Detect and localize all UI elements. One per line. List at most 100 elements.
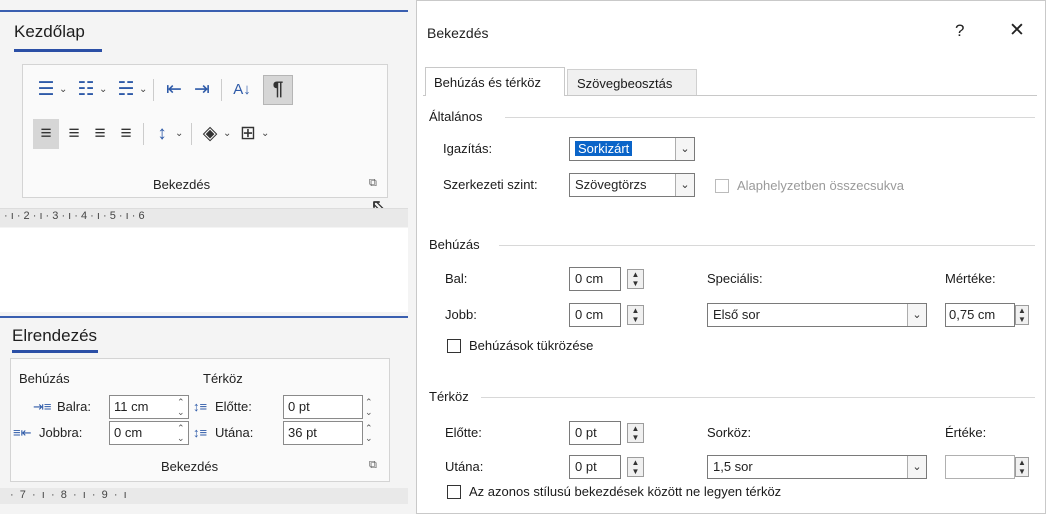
no-space-label: Az azonos stílusú bekezdések között ne l… xyxy=(469,484,782,499)
tab-home[interactable]: Kezdőlap xyxy=(14,22,85,42)
outline-level-select[interactable]: Szövegtörzs ⌄ xyxy=(569,173,695,197)
indent-heading: Behúzás xyxy=(19,371,70,386)
sort-icon[interactable]: A↓ xyxy=(229,79,255,101)
spinner-icon[interactable]: ⌃ ⌄ xyxy=(177,397,185,417)
divider xyxy=(153,79,154,101)
general-heading: Általános xyxy=(429,109,483,124)
group-label: Bekezdés xyxy=(153,177,211,192)
dialog-launcher-icon[interactable]: ⧉ xyxy=(369,177,377,190)
tab-line-page-breaks[interactable]: Szövegbeosztás xyxy=(567,69,697,95)
chevron-down-icon[interactable]: ⌄ xyxy=(675,174,694,196)
special-select[interactable]: Első sor ⌄ xyxy=(707,303,927,327)
top-border xyxy=(0,10,408,12)
pilcrow-icon: ¶ xyxy=(272,79,284,100)
chevron-down-icon[interactable]: ⌄ xyxy=(223,128,231,139)
align-center-icon[interactable]: ≡ xyxy=(63,123,85,145)
space-before-icon: ↕≡ xyxy=(193,399,208,414)
align-left-button[interactable]: ≡ xyxy=(33,119,59,149)
close-button[interactable]: ✕ xyxy=(1009,19,1025,42)
indent-right-value: 0 cm xyxy=(575,307,604,322)
increase-indent-icon[interactable]: ⇥ xyxy=(191,79,213,101)
line-spacing-value: 1,5 sor xyxy=(713,459,753,474)
no-space-checkbox[interactable] xyxy=(447,485,461,499)
space-before-input[interactable]: 0 pt xyxy=(569,421,621,445)
alignment-label: Igazítás: xyxy=(443,141,493,156)
indent-right-spinner[interactable]: ▲ ▼ xyxy=(627,305,644,325)
line-spacing-select[interactable]: 1,5 sor ⌄ xyxy=(707,455,927,479)
home-ribbon-panel: Kezdőlap ☰ ⌄ ☷ ⌄ ☵ ⌄ ⇤ ⇥ A↓ ¶ ≡ ≡ ≡ ≡ ↕ … xyxy=(0,0,408,250)
by-input[interactable]: 0,75 cm xyxy=(945,303,1015,327)
space-after-input[interactable]: 36 pt xyxy=(283,421,363,445)
shading-icon[interactable]: ◈ xyxy=(199,123,221,145)
tab-layout-underline xyxy=(12,350,98,353)
line-spacing-icon[interactable]: ↕ xyxy=(151,123,173,145)
decrease-indent-icon[interactable]: ⇤ xyxy=(163,79,185,101)
indent-left-input[interactable]: 0 cm xyxy=(569,267,621,291)
special-value: Első sor xyxy=(713,307,760,322)
indent-right-label: Jobbra: xyxy=(39,425,83,440)
show-marks-button[interactable]: ¶ xyxy=(263,75,293,105)
space-after-spinner[interactable]: ▲ ▼ xyxy=(627,457,644,477)
indent-left-value: 0 cm xyxy=(575,271,604,286)
paragraph-group: Behúzás Térköz ⇥≡ Balra: 11 cm ⌃ ⌄ ≡⇤ Job… xyxy=(10,358,390,482)
at-spinner[interactable]: ▲ ▼ xyxy=(1015,457,1029,477)
by-label: Mértéke: xyxy=(945,271,996,286)
mirror-indents-checkbox[interactable] xyxy=(447,339,461,353)
spinner-icon[interactable]: ⌃ ⌄ xyxy=(177,423,185,443)
space-after-input[interactable]: 0 pt xyxy=(569,455,621,479)
chevron-down-icon[interactable]: ⌄ xyxy=(907,456,926,478)
group-label: Bekezdés xyxy=(161,459,219,474)
section-separator xyxy=(499,245,1035,246)
space-before-input[interactable]: 0 pt xyxy=(283,395,363,419)
chevron-down-icon[interactable]: ⌄ xyxy=(139,84,147,95)
by-spinner[interactable]: ▲ ▼ xyxy=(1015,305,1029,325)
collapsed-checkbox[interactable] xyxy=(715,179,729,193)
justify-icon[interactable]: ≡ xyxy=(115,123,137,145)
spacing-heading: Térköz xyxy=(203,371,243,386)
indent-right-icon: ≡⇤ xyxy=(13,425,32,440)
chevron-down-icon[interactable]: ⌄ xyxy=(907,304,926,326)
chevron-down-icon[interactable]: ⌄ xyxy=(99,84,107,95)
by-value: 0,75 cm xyxy=(949,307,996,322)
bullets-icon[interactable]: ☰ xyxy=(35,79,57,101)
spinner-icon[interactable]: ⌃ ⌄ xyxy=(365,423,373,443)
indent-heading: Behúzás xyxy=(429,237,480,252)
indent-left-label: Bal: xyxy=(445,271,468,286)
indent-right-label: Jobb: xyxy=(445,307,477,322)
outline-level-label: Szerkezeti szint: xyxy=(443,177,538,192)
tab-layout[interactable]: Elrendezés xyxy=(12,326,97,346)
section-separator xyxy=(505,117,1035,118)
line-spacing-label: Sorköz: xyxy=(707,425,752,440)
multilevel-list-icon[interactable]: ☵ xyxy=(115,79,137,101)
chevron-down-icon[interactable]: ⌄ xyxy=(675,138,694,160)
divider xyxy=(143,123,144,145)
tab-indents-spacing[interactable]: Behúzás és térköz xyxy=(425,67,565,96)
special-label: Speciális: xyxy=(707,271,763,286)
tab-home-underline xyxy=(14,49,102,52)
borders-icon[interactable]: ⊞ xyxy=(237,123,259,145)
chevron-down-icon[interactable]: ⌄ xyxy=(261,128,269,139)
spinner-icon[interactable]: ⌃ ⌄ xyxy=(365,397,373,417)
at-input[interactable] xyxy=(945,455,1015,479)
chevron-down-icon[interactable]: ⌄ xyxy=(175,128,183,139)
space-after-value: 36 pt xyxy=(288,425,317,440)
space-before-label: Előtte: xyxy=(215,399,252,414)
spacing-heading: Térköz xyxy=(429,389,469,404)
indent-left-value: 11 cm xyxy=(114,399,149,414)
align-right-icon[interactable]: ≡ xyxy=(89,123,111,145)
dialog-title: Bekezdés xyxy=(427,25,489,41)
ruler-bottom: · 7 · ı · 8 · ı · 9 · ı xyxy=(10,489,127,501)
indent-right-value: 0 cm xyxy=(114,425,143,440)
help-button[interactable]: ? xyxy=(955,21,964,41)
space-before-value: 0 pt xyxy=(288,399,310,414)
space-before-label: Előtte: xyxy=(445,425,482,440)
alignment-select[interactable]: Sorkizárt ⌄ xyxy=(569,137,695,161)
chevron-down-icon[interactable]: ⌄ xyxy=(59,84,67,95)
section-separator xyxy=(481,397,1035,398)
indent-left-spinner[interactable]: ▲ ▼ xyxy=(627,269,644,289)
dialog-launcher-icon[interactable]: ⧉ xyxy=(369,459,377,472)
indent-right-input[interactable]: 0 cm xyxy=(569,303,621,327)
outline-level-value: Szövegtörzs xyxy=(575,177,647,192)
numbering-icon[interactable]: ☷ xyxy=(75,79,97,101)
space-before-spinner[interactable]: ▲ ▼ xyxy=(627,423,644,443)
